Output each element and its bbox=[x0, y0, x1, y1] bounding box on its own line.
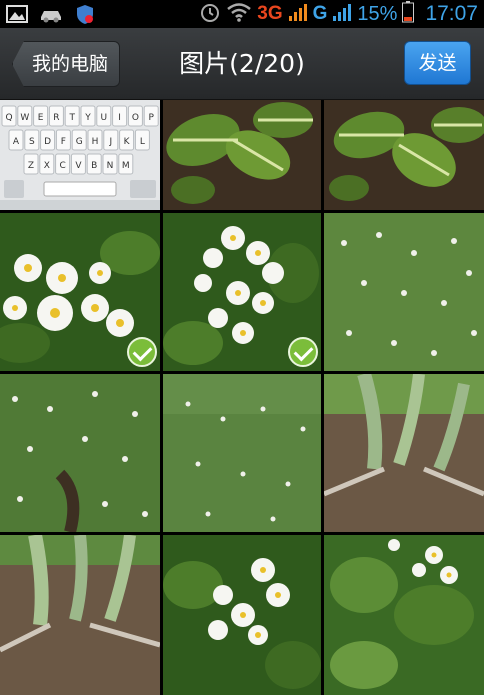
keyboard-key-label: F bbox=[61, 137, 66, 147]
photo-thumbnail[interactable] bbox=[324, 100, 484, 210]
photo-thumbnail[interactable] bbox=[324, 535, 484, 695]
photo-thumbnail[interactable] bbox=[163, 100, 321, 210]
keyboard-key-label: B bbox=[91, 161, 97, 171]
keyboard-key-label: W bbox=[20, 113, 29, 123]
keyboard-key-label: Z bbox=[28, 161, 34, 171]
photo-thumbnail[interactable] bbox=[163, 213, 321, 371]
photo-grid: QWERTYUIOPASDFGHJKLZXCVBNM bbox=[0, 100, 484, 695]
keyboard-key-label: Y bbox=[84, 113, 91, 123]
keyboard-key-label: T bbox=[68, 113, 75, 123]
photo-thumbnail[interactable] bbox=[0, 213, 160, 371]
potato-field-image bbox=[0, 374, 160, 532]
page-title: 图片(2/20) bbox=[179, 49, 305, 78]
send-button[interactable]: 发送 bbox=[404, 41, 471, 85]
status-bar: 3G G 15% 17:07 bbox=[0, 0, 484, 28]
signal-icon bbox=[288, 2, 308, 26]
keyboard-key-label: X bbox=[44, 161, 50, 171]
photo-thumbnail[interactable] bbox=[163, 535, 321, 695]
keyboard-key-label: A bbox=[13, 137, 20, 147]
back-button[interactable]: 我的电脑 bbox=[12, 41, 120, 87]
keyboard-key-label: R bbox=[53, 113, 59, 123]
selected-check-icon[interactable] bbox=[127, 337, 157, 367]
network-3g-label: 3G bbox=[257, 3, 283, 24]
gallery-icon bbox=[6, 4, 28, 28]
car-icon bbox=[38, 4, 64, 28]
network-g-label: G bbox=[312, 3, 328, 24]
potato-leaves-image bbox=[163, 100, 321, 210]
potato-flowers-image bbox=[163, 535, 321, 695]
keyboard-key-label: J bbox=[108, 137, 112, 147]
keyboard-key-label: G bbox=[76, 137, 83, 147]
keyboard-key-label: I bbox=[118, 113, 121, 123]
keyboard-key-label: P bbox=[148, 113, 154, 123]
keyboard-key-label: D bbox=[44, 137, 51, 147]
potato-stems-image bbox=[0, 535, 160, 695]
clock: 17:07 bbox=[425, 2, 478, 25]
photo-thumbnail[interactable] bbox=[324, 213, 484, 371]
keyboard-key-label: U bbox=[101, 113, 108, 123]
potato-stems-image bbox=[324, 374, 484, 532]
potato-leaves-image bbox=[324, 100, 484, 210]
potato-field-image bbox=[163, 374, 321, 532]
keyboard-key-label: Q bbox=[5, 113, 12, 123]
photo-thumbnail[interactable] bbox=[324, 374, 484, 532]
photo-thumbnail[interactable] bbox=[0, 535, 160, 695]
photo-thumbnail[interactable] bbox=[0, 374, 160, 532]
signal-icon bbox=[332, 2, 352, 26]
keyboard-key-label: M bbox=[122, 161, 130, 171]
wifi-icon bbox=[226, 2, 252, 26]
photo-thumbnail[interactable]: QWERTYUIOPASDFGHJKLZXCVBNM bbox=[0, 100, 160, 210]
keyboard-key-label: V bbox=[75, 161, 82, 171]
action-bar: 我的电脑 图片(2/20) 发送 bbox=[0, 28, 484, 100]
potato-plant-image bbox=[324, 535, 484, 695]
battery-icon bbox=[402, 1, 415, 27]
keyboard-screenshot-image: Q W E R T Y U I O PA S D F G H J K LZ X C V B N M bbox=[0, 100, 160, 210]
keyboard-key-label: L bbox=[140, 137, 145, 147]
keyboard-key-label: S bbox=[29, 137, 35, 147]
keyboard-key-label: H bbox=[92, 137, 99, 147]
shield-icon bbox=[74, 3, 96, 29]
potato-field-image bbox=[324, 213, 484, 371]
keyboard-key-label: E bbox=[38, 113, 44, 123]
keyboard-key-label: N bbox=[107, 161, 114, 171]
selected-check-icon[interactable] bbox=[288, 337, 318, 367]
photo-thumbnail[interactable] bbox=[163, 374, 321, 532]
keyboard-key-label: O bbox=[132, 113, 139, 123]
battery-percent: 15% bbox=[357, 3, 398, 25]
keyboard-key-label: C bbox=[59, 161, 65, 171]
alarm-icon bbox=[199, 1, 221, 27]
